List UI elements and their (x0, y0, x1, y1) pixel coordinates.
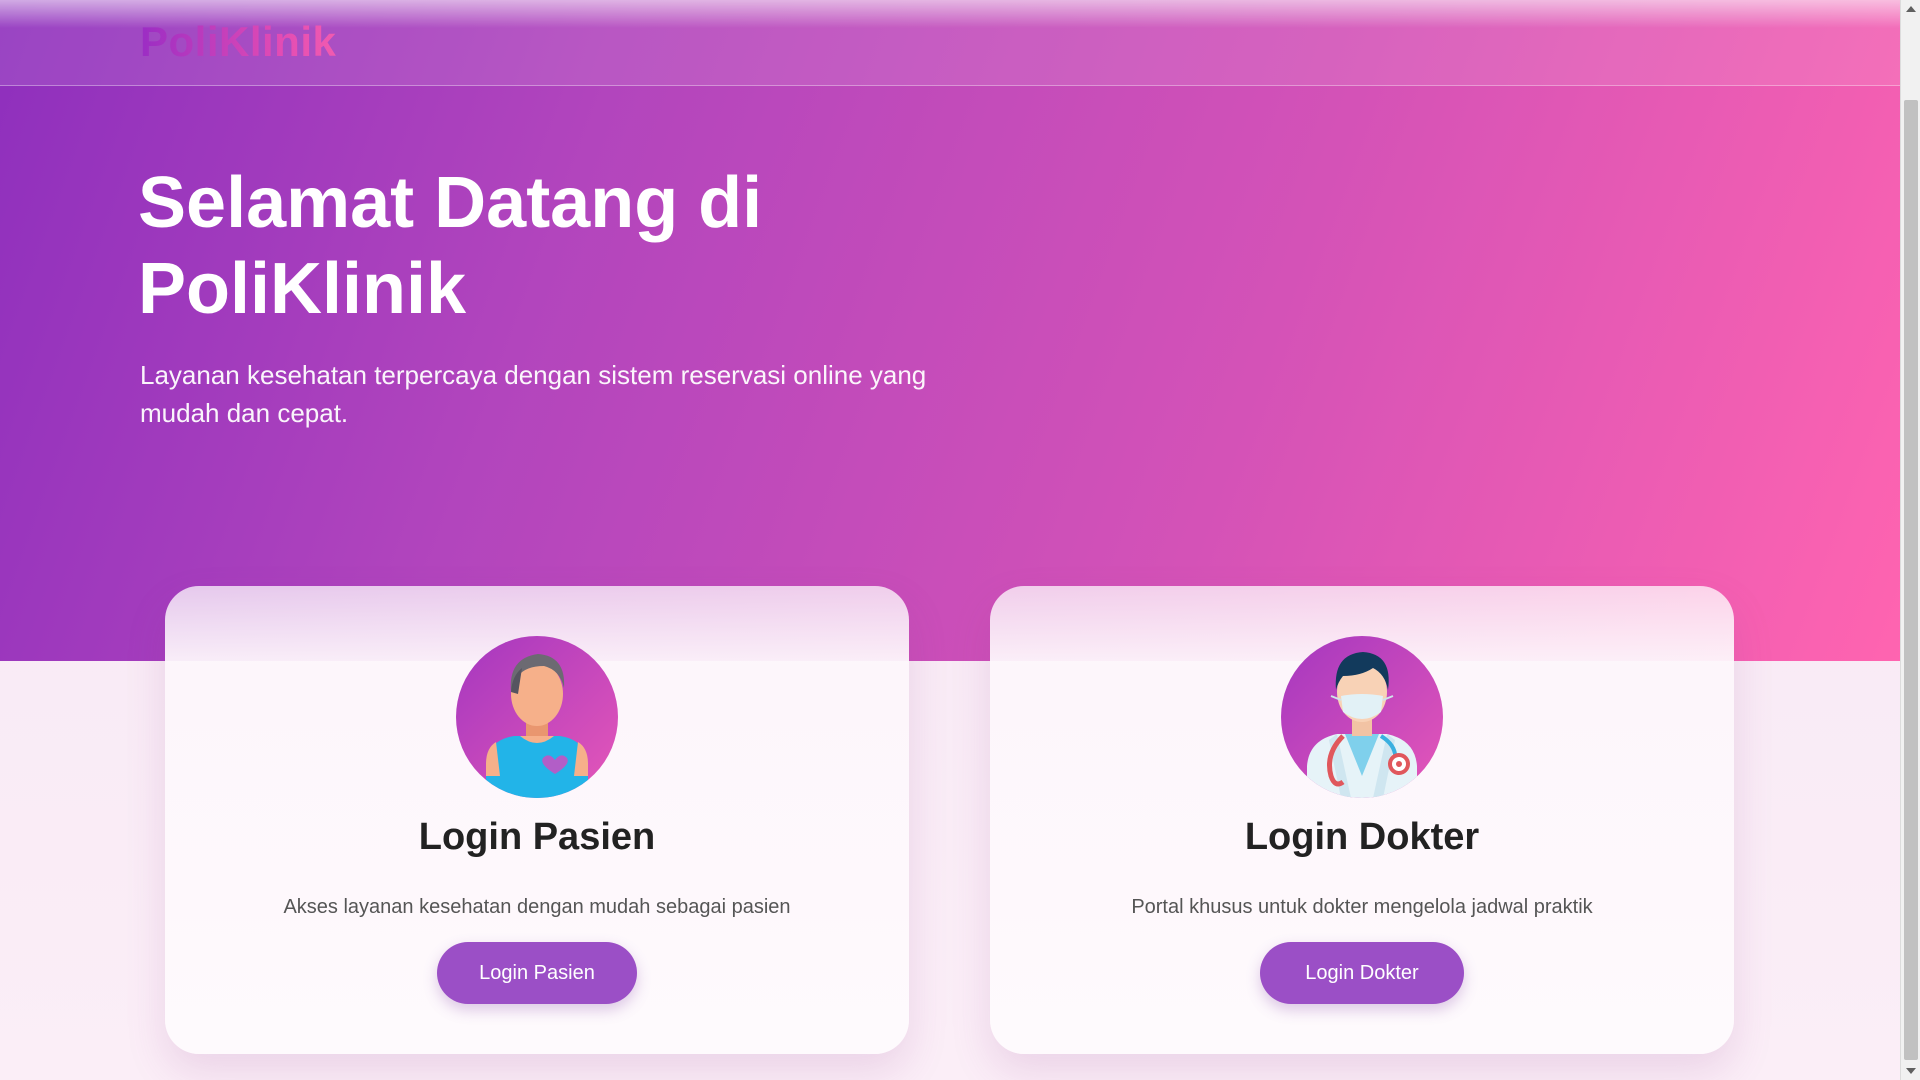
patient-card-title: Login Pasien (418, 816, 656, 858)
login-dokter-button[interactable]: Login Dokter (1260, 942, 1464, 1004)
scroll-up-arrow-icon[interactable] (1906, 6, 1916, 12)
doctor-card-description: Portal khusus untuk dokter mengelola jad… (1131, 896, 1593, 918)
scroll-down-arrow-icon[interactable] (1906, 1068, 1916, 1074)
navbar: PoliKlinik (0, 0, 1900, 86)
doctor-card-title: Login Dokter (1244, 816, 1480, 858)
hero-title: Selamat Datang di PoliKlinik (138, 163, 763, 329)
login-pasien-button[interactable]: Login Pasien (437, 942, 637, 1004)
hero-subtitle: Layanan kesehatan terpercaya dengan sist… (140, 360, 927, 428)
brand-logo[interactable]: PoliKlinik (140, 18, 336, 66)
scrollbar-thumb[interactable] (1904, 100, 1918, 1060)
patient-card-description: Akses layanan kesehatan dengan mudah seb… (283, 896, 791, 918)
patient-login-card: Login Pasien Akses layanan kesehatan den… (165, 586, 909, 1054)
doctor-avatar-icon (1281, 636, 1443, 798)
vertical-scrollbar[interactable] (1900, 0, 1920, 1080)
doctor-login-card: Login Dokter Portal khusus untuk dokter … (990, 586, 1734, 1054)
patient-avatar-icon (456, 636, 618, 798)
page-viewport: PoliKlinik Selamat Datang di PoliKlinik … (0, 0, 1900, 1080)
